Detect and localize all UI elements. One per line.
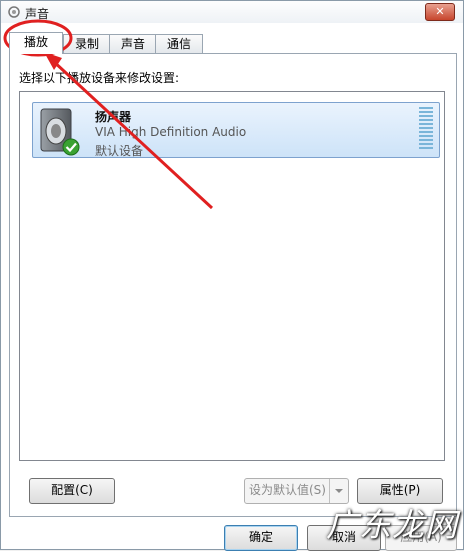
device-driver: VIA High Definition Audio xyxy=(95,125,247,139)
set-default-label: 设为默认值(S) xyxy=(249,483,326,497)
tab-recording[interactable]: 录制 xyxy=(63,34,111,53)
sound-app-icon xyxy=(8,6,20,18)
tab-playback[interactable]: 播放 xyxy=(9,32,63,54)
device-item-speakers[interactable]: 扬声器 VIA High Definition Audio 默认设备 xyxy=(32,102,440,158)
close-button[interactable]: ✕ xyxy=(425,3,455,21)
instruction-label: 选择以下播放设备来修改设置: xyxy=(19,71,180,85)
speaker-icon xyxy=(40,108,80,156)
green-check-icon xyxy=(62,138,80,156)
tab-sounds[interactable]: 声音 xyxy=(109,34,157,53)
device-list[interactable]: 扬声器 VIA High Definition Audio 默认设备 xyxy=(19,91,445,461)
window-title: 声音 xyxy=(25,7,50,21)
device-name: 扬声器 xyxy=(95,110,132,124)
configure-button[interactable]: 配置(C) xyxy=(29,478,115,504)
watermark-text: 广东龙网 xyxy=(326,506,459,544)
tab-communications[interactable]: 通信 xyxy=(155,34,203,53)
title-bar: 声音 ✕ xyxy=(1,1,463,23)
ok-button[interactable]: 确定 xyxy=(224,525,298,551)
volume-meter xyxy=(419,107,433,153)
sound-dialog: 声音 ✕ 播放 录制 声音 通信 选择以下播放设备来修改设置: 扬声器 VIA … xyxy=(0,0,464,551)
device-status: 默认设备 xyxy=(95,144,144,158)
